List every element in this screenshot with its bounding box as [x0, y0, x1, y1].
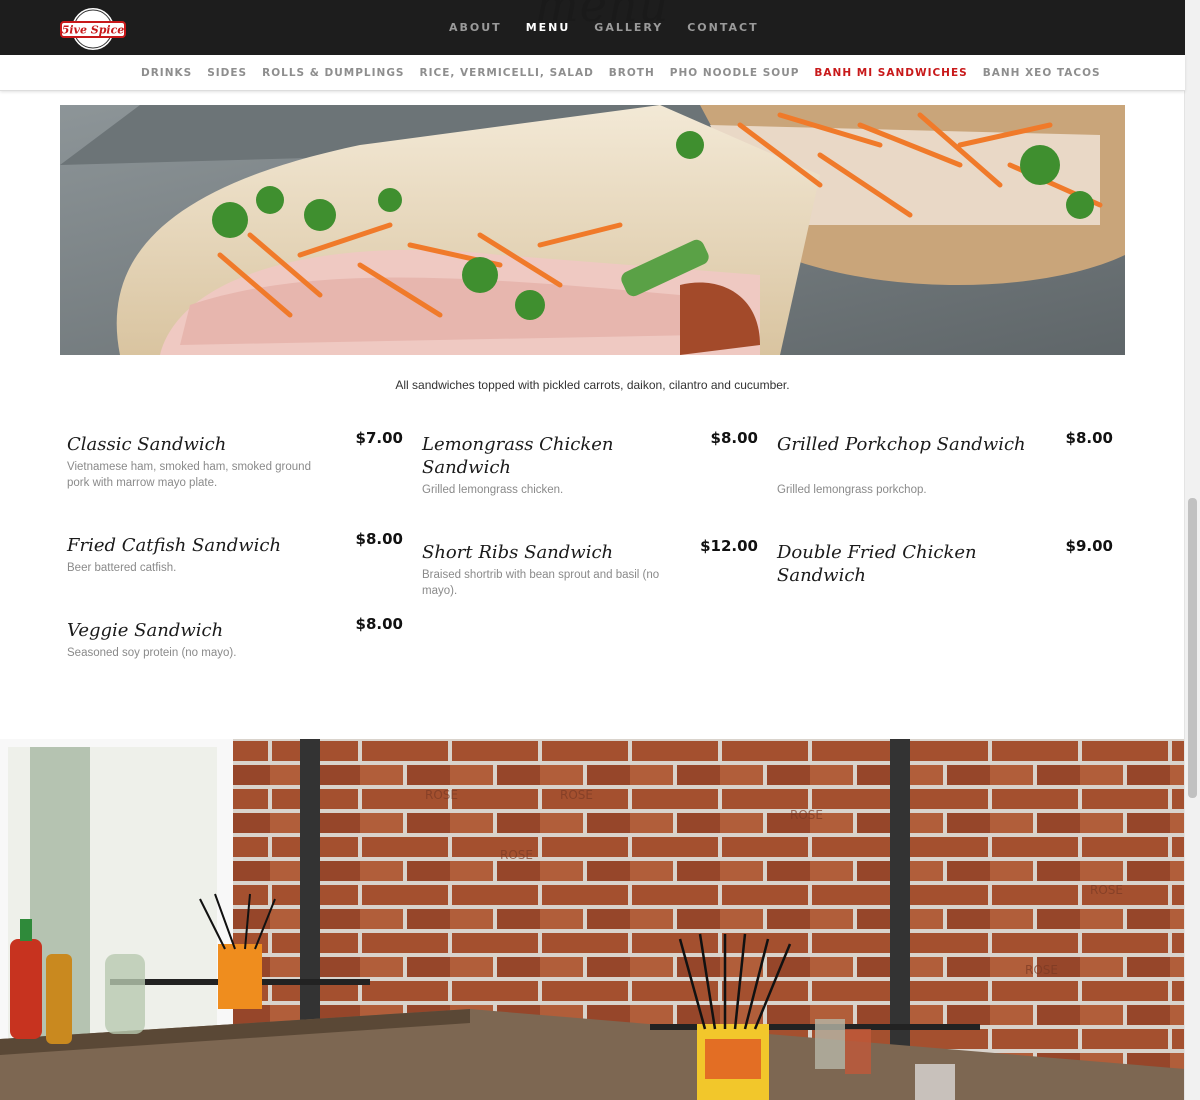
- category-tab-banh-mi-sandwiches[interactable]: BANH MI SANDWICHES: [814, 67, 967, 79]
- menu-item-price: $8.00: [1065, 429, 1113, 447]
- nav-link-contact[interactable]: CONTACT: [687, 0, 758, 55]
- svg-text:ROSE: ROSE: [560, 788, 593, 802]
- menu-item-name: Grilled Porkchop Sandwich: [777, 434, 1026, 455]
- menu-item-name: Short Ribs Sandwich: [422, 542, 614, 563]
- menu-item: Lemongrass Chicken Sandwich $8.00 Grilled …: [422, 429, 758, 503]
- menu-item: Classic Sandwich $7.00 Vietnamese ham, smo…: [67, 429, 403, 503]
- menu-item: Double Fried Chicken Sandwich $9.00: [777, 537, 1113, 611]
- category-tab-pho-noodle-soup[interactable]: PHO NOODLE SOUP: [670, 67, 800, 79]
- nav-link-about[interactable]: ABOUT: [449, 0, 502, 55]
- category-tab-broth[interactable]: BROTH: [609, 67, 655, 79]
- brand-logo[interactable]: 5ive Spice: [60, 6, 126, 52]
- section-note: All sandwiches topped with pickled carro…: [395, 378, 790, 392]
- svg-text:ROSE: ROSE: [790, 808, 823, 822]
- menu-item-description: Vietnamese ham, smoked ham, smoked groun…: [67, 461, 311, 489]
- menu-item-price: $8.00: [710, 429, 758, 447]
- nav-link-gallery[interactable]: GALLERY: [594, 0, 663, 55]
- category-tab-rice-vermicelli-salad[interactable]: RICE, VERMICELLI, SALAD: [420, 67, 594, 79]
- svg-text:5ive Spice: 5ive Spice: [62, 24, 125, 37]
- menu-item-name: Fried Catfish Sandwich: [67, 535, 282, 556]
- nav-link-menu[interactable]: MENU: [526, 0, 571, 55]
- menu-item-description: Beer battered catfish.: [67, 562, 177, 574]
- category-tab-rolls-dumplings[interactable]: ROLLS & DUMPLINGS: [262, 67, 404, 79]
- menu-item-description: Grilled lemongrass chicken.: [422, 484, 564, 496]
- restaurant-interior-image: ROSE ROSE ROSE ROSE ROSE ROSE: [0, 739, 1185, 1100]
- menu-item-name: Double Fried Chicken Sandwich: [777, 542, 977, 586]
- banh-mi-hero-image: [60, 105, 1125, 355]
- menu-item-description: Braised shortrib with bean sprout and ba…: [422, 569, 660, 597]
- menu-item-price: $9.00: [1065, 537, 1113, 555]
- menu-item-name: Classic Sandwich: [67, 434, 227, 455]
- top-navbar: 5ive Spice ABOUT MENU GALLERY CONTACT: [0, 0, 1185, 55]
- svg-text:ROSE: ROSE: [1090, 883, 1123, 897]
- menu-item: Fried Catfish Sandwich $8.00 Beer battered…: [67, 530, 403, 604]
- menu-item-price: $12.00: [700, 537, 758, 555]
- scrollbar-thumb[interactable]: [1188, 498, 1197, 798]
- main-nav: ABOUT MENU GALLERY CONTACT: [449, 0, 783, 55]
- menu-item: Grilled Porkchop Sandwich $8.00 Grilled le…: [777, 429, 1113, 503]
- svg-text:ROSE: ROSE: [500, 848, 533, 862]
- category-tab-banh-xeo-tacos[interactable]: BANH XEO TACOS: [983, 67, 1101, 79]
- menu-item-name: Veggie Sandwich: [67, 620, 224, 641]
- menu-item-price: $8.00: [355, 615, 403, 633]
- menu-item: Veggie Sandwich $8.00 Seasoned soy protein…: [67, 615, 403, 689]
- menu-item-price: $7.00: [355, 429, 403, 447]
- category-tab-sides[interactable]: SIDES: [207, 67, 247, 79]
- page-scrollbar[interactable]: [1184, 0, 1200, 1100]
- menu-item-description: Grilled lemongrass porkchop.: [777, 484, 927, 496]
- menu-item-name: Lemongrass Chicken Sandwich: [422, 434, 614, 478]
- menu-item-description: Seasoned soy protein (no mayo).: [67, 647, 237, 659]
- menu-category-nav: DRINKS SIDES ROLLS & DUMPLINGS RICE, VERMIC…: [0, 55, 1185, 91]
- menu-item-price: $8.00: [355, 530, 403, 548]
- svg-text:ROSE: ROSE: [425, 788, 458, 802]
- menu-item: Short Ribs Sandwich $12.00 Braised shortri…: [422, 537, 758, 611]
- svg-text:ROSE: ROSE: [1025, 963, 1058, 977]
- category-tab-drinks[interactable]: DRINKS: [141, 67, 192, 79]
